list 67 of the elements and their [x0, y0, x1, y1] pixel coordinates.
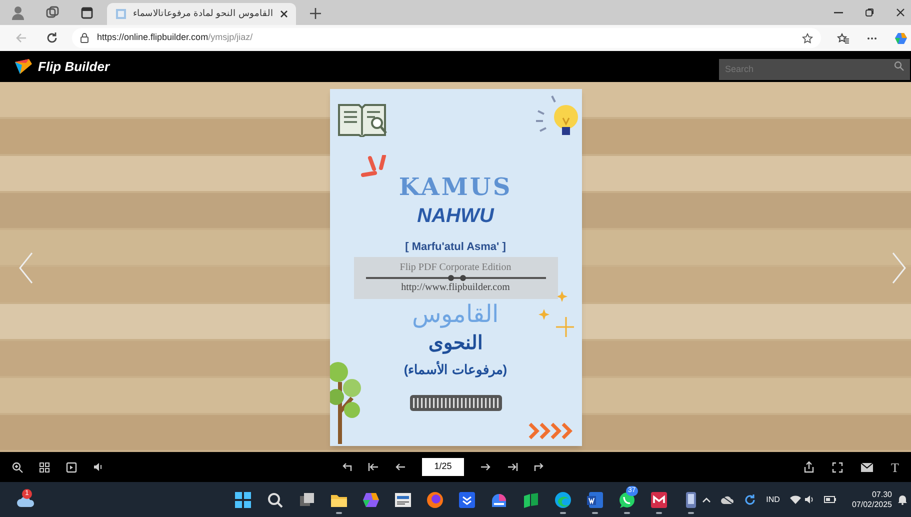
workspaces-icon[interactable]	[46, 6, 59, 19]
running-indicator	[624, 512, 630, 514]
close-icon[interactable]	[896, 8, 905, 17]
arabic-note: (مرفوعات الأسماء)	[404, 360, 508, 378]
tab-actions-icon[interactable]	[81, 6, 93, 18]
back-arrow-icon[interactable]	[342, 462, 352, 472]
running-indicator	[336, 512, 342, 514]
mail-icon[interactable]	[861, 462, 874, 472]
stamp-site: http://www.flipbuilder.com	[401, 282, 510, 294]
sparks-icon	[360, 154, 388, 176]
share-icon[interactable]	[804, 461, 814, 473]
zoom-in-icon[interactable]	[12, 462, 23, 472]
next-icon[interactable]	[480, 462, 491, 472]
app-title: Flip Builder	[38, 58, 110, 76]
wave-icon[interactable]	[554, 490, 572, 508]
favorite-icon[interactable]	[802, 32, 813, 44]
page-subtitle: NAHWU	[417, 204, 494, 228]
address-field[interactable]: https://online.flipbuilder.com/ymsjp/jiaz/	[72, 28, 821, 48]
last-page-icon[interactable]	[507, 462, 518, 472]
favicon-icon	[115, 8, 127, 20]
arabic-subtitle: النحوى	[428, 332, 482, 356]
clock-date[interactable]: 07/02/2025	[852, 500, 892, 510]
running-indicator	[592, 512, 598, 514]
page-number-field[interactable]: 1/25	[422, 458, 464, 476]
task-view-icon[interactable]	[298, 490, 316, 508]
document-icon[interactable]	[586, 490, 604, 508]
page-title: KAMUS	[398, 174, 512, 200]
wifi-icon[interactable]	[790, 495, 801, 504]
running-indicator	[656, 512, 662, 514]
battery-icon[interactable]	[824, 496, 836, 503]
clock-time[interactable]: 07.30	[872, 490, 892, 500]
refresh-icon[interactable]	[46, 32, 58, 44]
search-icon[interactable]	[266, 490, 284, 508]
new-tab-icon[interactable]	[310, 8, 321, 19]
sound-icon[interactable]	[93, 462, 103, 472]
news-icon[interactable]	[394, 490, 412, 508]
arabic-title: القاموس	[412, 300, 499, 328]
minimize-icon[interactable]	[834, 12, 843, 14]
start-icon[interactable]	[234, 490, 252, 508]
stamp-edition: Flip PDF Corporate Edition	[400, 262, 512, 274]
fullscreen-icon[interactable]	[832, 462, 844, 472]
url-text: https://online.flipbuilder.com/ymsjp/jiaz/	[97, 31, 253, 44]
lock-icon	[80, 33, 89, 43]
bell-icon[interactable]	[898, 494, 907, 505]
favorites-list-icon[interactable]	[837, 32, 849, 44]
forward-arrow-icon[interactable]	[534, 462, 544, 472]
volume-icon[interactable]	[804, 495, 814, 504]
logo-icon	[14, 58, 33, 75]
restore-icon[interactable]	[865, 8, 874, 17]
profile-icon[interactable]	[12, 6, 24, 20]
cloud-icon[interactable]	[721, 494, 734, 504]
text-tool[interactable]: T	[891, 460, 899, 474]
close-icon[interactable]	[280, 10, 288, 18]
tab-title: القاموس النحو لمادة مرفوعاتالاسماء	[133, 7, 274, 20]
first-page-icon[interactable]	[368, 462, 379, 472]
page-note: [ Marfu'atul Asma' ]	[405, 240, 506, 254]
chevron-up-icon[interactable]	[702, 496, 712, 502]
running-indicator	[688, 512, 694, 514]
language-indicator[interactable]: IND	[766, 494, 780, 506]
autoplay-icon[interactable]	[66, 462, 77, 472]
box-icon[interactable]	[458, 490, 476, 508]
running-indicator	[560, 512, 566, 514]
thumbnails-icon[interactable]	[39, 462, 50, 472]
browser-tab[interactable]: القاموس النحو لمادة مرفوعاتالاسماء	[107, 3, 296, 25]
previous-icon[interactable]	[395, 462, 406, 472]
sync-icon[interactable]	[744, 494, 756, 506]
more-icon[interactable]	[867, 36, 877, 40]
